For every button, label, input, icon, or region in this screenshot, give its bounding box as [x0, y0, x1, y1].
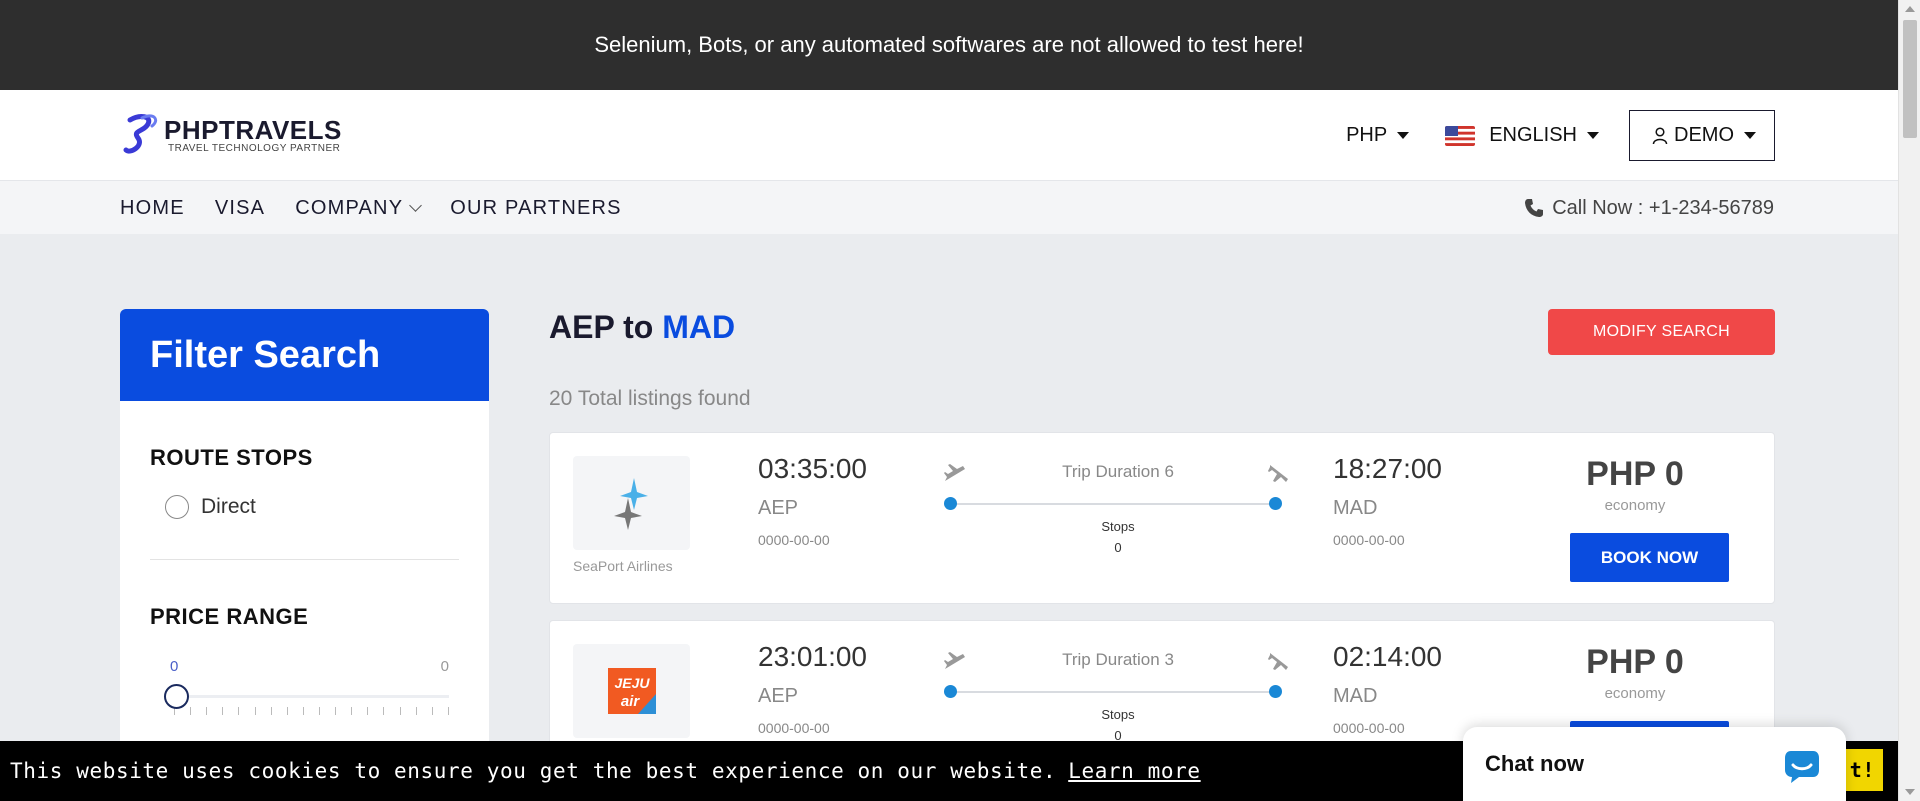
- price-min-value: 0: [170, 658, 179, 675]
- slider-track: [174, 695, 449, 698]
- departure-info: 23:01:00 AEP 0000-00-00: [758, 641, 867, 736]
- departure-date: 0000-00-00: [758, 720, 830, 736]
- call-now[interactable]: Call Now : +1-234-56789: [1524, 181, 1774, 235]
- seaport-logo-icon: [613, 478, 648, 530]
- cookie-text: This website uses cookies to ensure you …: [10, 759, 1057, 783]
- us-flag-icon: [1445, 125, 1476, 146]
- trip-duration: Trip Duration 3: [1062, 650, 1174, 669]
- slider-ticks: [174, 707, 449, 717]
- landing-icon: [1268, 653, 1288, 670]
- airline-logo: JEJU air: [573, 644, 690, 738]
- arrival-code: MAD: [1333, 497, 1378, 519]
- direct-label: Direct: [201, 495, 256, 518]
- currency-label: PHP: [1346, 124, 1388, 146]
- chat-bubble-icon: [1785, 751, 1819, 783]
- takeoff-icon: [944, 652, 965, 669]
- user-icon: [1652, 126, 1668, 144]
- nav-our-partners[interactable]: OUR PARTNERS: [450, 197, 621, 220]
- account-dropdown[interactable]: DEMO: [1629, 110, 1775, 161]
- svg-text:air: air: [620, 693, 640, 710]
- warning-banner: Selenium, Bots, or any automated softwar…: [0, 0, 1898, 90]
- chat-widget[interactable]: Chat now: [1463, 727, 1846, 801]
- cabin-class: economy: [1604, 685, 1666, 702]
- logo-icon: [123, 114, 158, 154]
- arrival-time: 18:27:00: [1333, 453, 1442, 484]
- nav-home[interactable]: HOME: [120, 197, 185, 220]
- departure-code: AEP: [758, 497, 799, 519]
- listing-count: 20 Total listings found: [549, 387, 751, 410]
- logo-name: PHPTRAVELS: [164, 114, 342, 145]
- flight-card: SeaPort Airlines 03:35:00 AEP 0000-00-00…: [549, 432, 1775, 604]
- chevron-down-icon: [409, 199, 423, 212]
- destination-dot: [1269, 497, 1282, 510]
- call-now-text: Call Now : +1-234-56789: [1552, 196, 1774, 219]
- logo-tagline: TRAVEL TECHNOLOGY PARTNER: [168, 142, 341, 154]
- slider-handle[interactable]: [164, 684, 189, 709]
- arrival-date: 0000-00-00: [1333, 532, 1405, 548]
- departure-time: 03:35:00: [758, 453, 867, 484]
- site-logo[interactable]: PHPTRAVELS TRAVEL TECHNOLOGY PARTNER: [122, 110, 342, 160]
- price-range-title: PRICE RANGE: [150, 604, 309, 629]
- chat-label: Chat now: [1485, 751, 1584, 776]
- arrival-code: MAD: [1333, 685, 1378, 707]
- filter-sidebar: Filter Search ROUTE STOPS Direct PRICE R…: [120, 309, 489, 801]
- departure-info: 03:35:00 AEP 0000-00-00: [758, 453, 867, 548]
- arrival-time: 02:14:00: [1333, 641, 1442, 672]
- landing-icon: [1268, 465, 1288, 482]
- page-scrollbar[interactable]: [1898, 0, 1920, 801]
- takeoff-icon: [944, 464, 965, 481]
- nav-company[interactable]: COMPANY: [295, 197, 423, 220]
- airline-name: SeaPort Airlines: [573, 558, 673, 574]
- learn-more-link[interactable]: Learn more: [1068, 759, 1200, 783]
- modify-search-button[interactable]: MODIFY SEARCH: [1548, 309, 1775, 355]
- destination-dot: [1269, 685, 1282, 698]
- arrival-date: 0000-00-00: [1333, 720, 1405, 736]
- arrival-info: 02:14:00 MAD 0000-00-00: [1333, 641, 1442, 736]
- route-line: [950, 503, 1276, 505]
- phone-icon: [1525, 199, 1544, 217]
- direct-radio[interactable]: [165, 495, 189, 519]
- nav-visa[interactable]: VISA: [215, 197, 265, 220]
- book-now-button[interactable]: BOOK NOW: [1570, 533, 1729, 582]
- caret-icon: [1744, 132, 1756, 139]
- route-stops-title: ROUTE STOPS: [150, 445, 313, 470]
- scroll-down-arrow[interactable]: [1905, 789, 1915, 795]
- scroll-up-arrow[interactable]: [1905, 6, 1915, 12]
- account-label: DEMO: [1674, 124, 1734, 146]
- scroll-thumb[interactable]: [1903, 20, 1917, 138]
- origin-dot: [944, 497, 957, 510]
- price-max-value: 0: [440, 658, 449, 675]
- jeju-air-logo-icon: JEJU air: [607, 668, 656, 714]
- stops-label: Stops: [1101, 519, 1135, 534]
- flight-price: PHP 0: [1586, 455, 1684, 493]
- language-label: ENGLISH: [1489, 124, 1577, 146]
- stops-label: Stops: [1101, 707, 1135, 722]
- warning-banner-text: Selenium, Bots, or any automated softwar…: [594, 32, 1304, 57]
- cabin-class: economy: [1604, 497, 1666, 514]
- svg-text:JEJU: JEJU: [614, 675, 650, 691]
- filter-title: Filter Search: [120, 309, 489, 401]
- route-line: [950, 691, 1276, 693]
- caret-icon: [1587, 132, 1599, 139]
- direct-filter[interactable]: Direct: [165, 495, 459, 519]
- airline-logo: [573, 456, 690, 550]
- site-header: PHPTRAVELS TRAVEL TECHNOLOGY PARTNER PHP…: [0, 90, 1898, 180]
- caret-icon: [1397, 132, 1410, 139]
- price-slider[interactable]: [150, 679, 459, 719]
- departure-code: AEP: [758, 685, 799, 707]
- currency-dropdown[interactable]: PHP: [1346, 124, 1410, 147]
- trip-duration: Trip Duration 6: [1062, 462, 1174, 481]
- main-nav: HOME VISA COMPANY OUR PARTNERS Call Now …: [0, 180, 1898, 234]
- departure-date: 0000-00-00: [758, 532, 830, 548]
- departure-time: 23:01:00: [758, 641, 867, 672]
- origin-dot: [944, 685, 957, 698]
- route-title: AEP to MAD: [549, 309, 736, 345]
- arrival-info: 18:27:00 MAD 0000-00-00: [1333, 453, 1442, 548]
- flight-price: PHP 0: [1586, 643, 1684, 681]
- stops-count: 0: [1114, 540, 1122, 555]
- language-dropdown[interactable]: ENGLISH: [1445, 124, 1599, 147]
